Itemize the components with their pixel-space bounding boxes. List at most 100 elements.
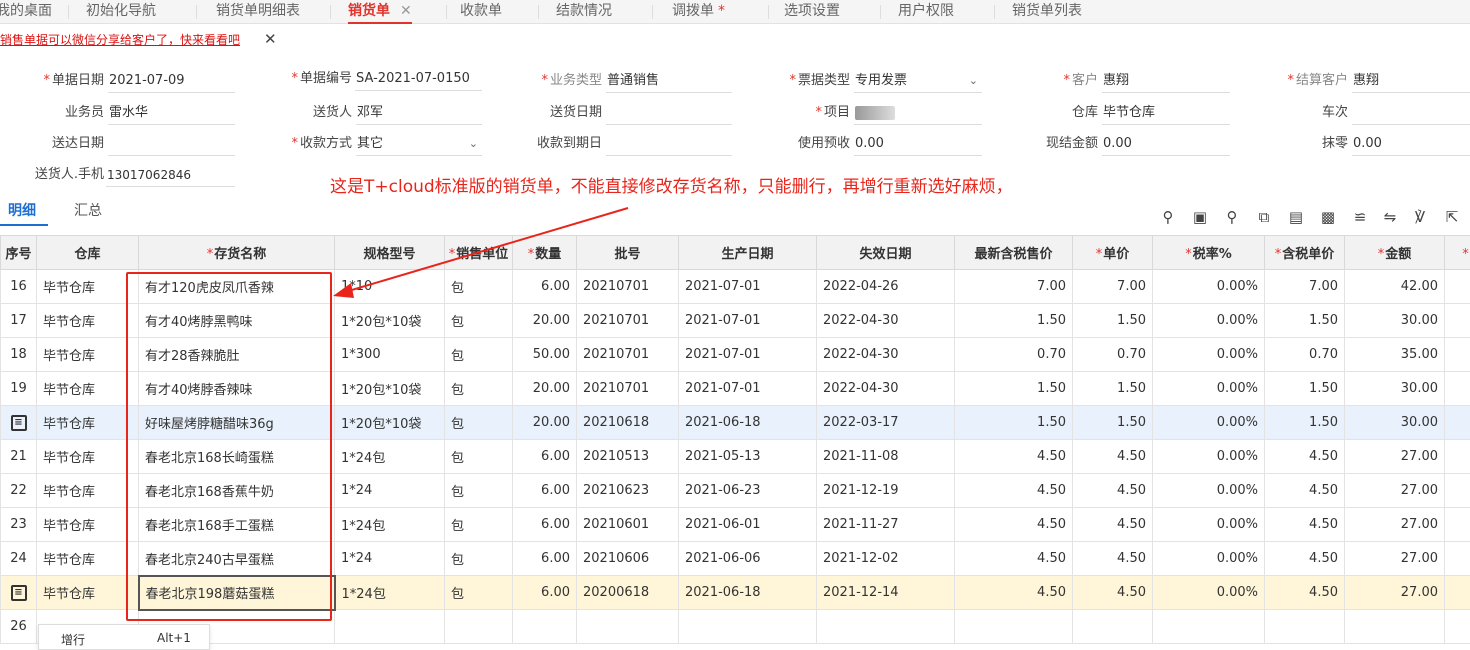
cell-wh[interactable]: 毕节仓库 xyxy=(36,507,139,542)
cell-exp[interactable]: 2022-04-30 xyxy=(816,303,955,338)
deliverer-phone-field[interactable]: 13017062846 xyxy=(106,165,235,187)
row-seq[interactable]: 22 xyxy=(0,473,37,508)
cell-extra[interactable] xyxy=(1444,609,1470,644)
col-seq[interactable]: 序号 xyxy=(0,235,37,270)
export-icon[interactable]: ⇱ xyxy=(1442,207,1462,227)
cell-batch[interactable]: 20210701 xyxy=(576,337,679,372)
cell-unit[interactable] xyxy=(444,609,513,644)
cell-tax[interactable]: 0.00% xyxy=(1152,541,1265,576)
cell-amount[interactable]: 30.00 xyxy=(1344,303,1445,338)
cell-exp[interactable]: 2021-11-27 xyxy=(816,507,955,542)
cell-name[interactable]: 有才28香辣脆肚 xyxy=(138,337,335,372)
cell-unit[interactable]: 包 xyxy=(444,371,513,406)
cell-tax[interactable]: 0.00% xyxy=(1152,439,1265,474)
cell-amount[interactable] xyxy=(1344,609,1445,644)
tab-sales-list[interactable]: 销货单列表 xyxy=(1012,0,1082,24)
cell-name[interactable]: 春老北京198蘑菇蛋糕 xyxy=(137,574,336,611)
rounding-field[interactable]: 0.00 xyxy=(1352,134,1470,156)
cell-mfg[interactable]: 2021-06-06 xyxy=(678,541,817,576)
vehicle-field[interactable] xyxy=(1352,103,1470,125)
cell-latest[interactable]: 4.50 xyxy=(954,541,1073,576)
cell-taxprice[interactable]: 0.70 xyxy=(1264,337,1345,372)
invoice-type-select[interactable]: 专用发票 ⌄ xyxy=(854,71,982,93)
cell-qty[interactable]: 6.00 xyxy=(512,575,577,610)
cell-taxprice[interactable]: 4.50 xyxy=(1264,473,1345,508)
bulb-icon[interactable]: ⚲ xyxy=(1158,207,1178,227)
cell-batch[interactable]: 20210701 xyxy=(576,371,679,406)
deliverer-field[interactable]: 邓军 xyxy=(356,103,482,125)
cell-taxprice[interactable]: 4.50 xyxy=(1264,575,1345,610)
arrival-date-field[interactable] xyxy=(108,134,235,156)
merge-icon[interactable]: ⇋ xyxy=(1380,207,1400,227)
cell-qty[interactable]: 6.00 xyxy=(512,507,577,542)
biz-type-field[interactable]: 普通销售 xyxy=(606,71,732,93)
cell-batch[interactable]: 20210701 xyxy=(576,303,679,338)
col-qty[interactable]: *数量 xyxy=(512,235,577,270)
col-amount[interactable]: *金额 xyxy=(1344,235,1445,270)
table-row[interactable]: 19 毕节仓库 有才40烤脖香辣味 1*20包*10袋包 20.00 20210701 20… xyxy=(0,371,1470,406)
cell-name[interactable]: 好味屋烤脖糖醋味36g xyxy=(138,405,335,440)
cell-price[interactable]: 7.00 xyxy=(1072,269,1153,304)
cell-price[interactable]: 1.50 xyxy=(1072,303,1153,338)
cell-unit[interactable]: 包 xyxy=(444,507,513,542)
customer-field[interactable]: 惠翔 xyxy=(1102,71,1230,93)
cell-unit[interactable]: 包 xyxy=(444,405,513,440)
cell-mfg[interactable]: 2021-06-01 xyxy=(678,507,817,542)
cell-amount[interactable]: 27.00 xyxy=(1344,541,1445,576)
table-row[interactable]: 26 xyxy=(0,609,1470,644)
cell-batch[interactable]: 20210606 xyxy=(576,541,679,576)
cell-qty[interactable]: 6.00 xyxy=(512,473,577,508)
cell-spec[interactable]: 1*24 xyxy=(334,541,445,576)
cell-tax[interactable]: 0.00% xyxy=(1152,303,1265,338)
location-icon[interactable]: ⚲ xyxy=(1222,207,1242,227)
tab-options[interactable]: 选项设置 xyxy=(784,0,840,24)
cell-mfg[interactable]: 2021-07-01 xyxy=(678,337,817,372)
split-icon[interactable]: ≌ xyxy=(1350,207,1370,227)
cell-taxprice[interactable]: 4.50 xyxy=(1264,541,1345,576)
cell-unit[interactable]: 包 xyxy=(444,337,513,372)
col-warehouse[interactable]: 仓库 xyxy=(36,235,139,270)
chevron-down-icon[interactable]: ⌄ xyxy=(969,71,978,91)
chart-icon[interactable]: ℣ xyxy=(1410,207,1430,227)
settle-customer-field[interactable]: 惠翔 xyxy=(1352,71,1470,93)
context-menu-add-row[interactable]: 增行 xyxy=(61,631,85,648)
cell-taxprice[interactable]: 1.50 xyxy=(1264,303,1345,338)
tab-detail[interactable]: 明细 xyxy=(8,200,36,220)
table-row[interactable]: 18 毕节仓库 有才28香辣脆肚 1*300 包 50.00 20210701 2021-07… xyxy=(0,337,1470,372)
cell-batch[interactable]: 20210701 xyxy=(576,269,679,304)
cell-batch[interactable]: 20210618 xyxy=(576,405,679,440)
cell-price[interactable] xyxy=(1072,609,1153,644)
cell-qty[interactable]: 20.00 xyxy=(512,405,577,440)
cell-mfg[interactable] xyxy=(678,609,817,644)
row-seq[interactable]: 19 xyxy=(0,371,37,406)
cell-batch[interactable]: 20210513 xyxy=(576,439,679,474)
tab-transfer[interactable]: 调拨单 * xyxy=(672,0,725,24)
cell-qty[interactable] xyxy=(512,609,577,644)
cell-unit[interactable]: 包 xyxy=(444,473,513,508)
table-row[interactable]: 16 毕节仓库 有才120虎皮凤爪香辣 1*10 包 6.00 20210701 2021-0… xyxy=(0,269,1470,304)
cell-amount[interactable]: 35.00 xyxy=(1344,337,1445,372)
cell-wh[interactable]: 毕节仓库 xyxy=(36,439,139,474)
cell-unit[interactable]: 包 xyxy=(444,303,513,338)
cell-wh[interactable]: 毕节仓库 xyxy=(36,473,139,508)
table-row[interactable]: 23 毕节仓库 春老北京168手工蛋糕 1*24包包 6.00 20210601 2021-… xyxy=(0,507,1470,542)
cell-tax[interactable]: 0.00% xyxy=(1152,405,1265,440)
cell-exp[interactable] xyxy=(816,609,955,644)
scan-icon[interactable]: ▣ xyxy=(1190,207,1210,227)
cell-latest[interactable]: 4.50 xyxy=(954,473,1073,508)
close-icon[interactable]: ✕ xyxy=(264,30,277,48)
cell-tax[interactable]: 0.00% xyxy=(1152,507,1265,542)
row-seq[interactable]: 23 xyxy=(0,507,37,542)
cell-latest[interactable]: 4.50 xyxy=(954,507,1073,542)
cell-exp[interactable]: 2021-11-08 xyxy=(816,439,955,474)
tab-summary[interactable]: 汇总 xyxy=(74,200,102,220)
cell-unit[interactable]: 包 xyxy=(444,575,513,610)
cell-spec[interactable]: 1*24 xyxy=(334,473,445,508)
cell-taxprice[interactable] xyxy=(1264,609,1345,644)
cell-extra[interactable] xyxy=(1444,439,1470,474)
col-tax-price[interactable]: *含税单价 xyxy=(1264,235,1345,270)
tab-receipt[interactable]: 收款单 xyxy=(460,0,502,24)
delivery-date-field[interactable] xyxy=(606,103,732,125)
cell-name[interactable]: 春老北京240古早蛋糕 xyxy=(138,541,335,576)
paste-icon[interactable]: ▤ xyxy=(1286,207,1306,227)
